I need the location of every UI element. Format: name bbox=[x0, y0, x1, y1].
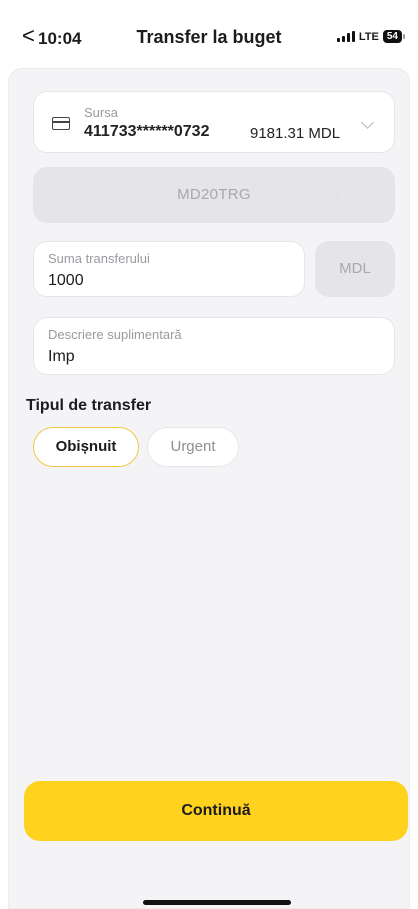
transfer-type-regular[interactable]: Obișnuit bbox=[33, 427, 139, 467]
transfer-type-urgent[interactable]: Urgent bbox=[147, 427, 239, 467]
amount-label: Suma transferului bbox=[48, 251, 150, 266]
battery-icon: 54 bbox=[382, 30, 406, 43]
source-account-number: 411733******0732 bbox=[84, 123, 210, 140]
status-bar: < 10:04 Transfer la buget LTE 54 bbox=[0, 0, 418, 60]
network-label: LTE bbox=[358, 30, 379, 43]
source-account-selector[interactable]: Sursa 411733******0732 9181.31 MDL bbox=[33, 91, 395, 153]
amount-value: 1000 bbox=[48, 272, 84, 289]
currency-field: MDL bbox=[315, 241, 395, 297]
home-indicator bbox=[143, 900, 291, 905]
amount-input[interactable]: Suma transferului 1000 bbox=[33, 241, 305, 297]
source-label: Sursa bbox=[84, 105, 118, 120]
description-label: Descriere suplimentară bbox=[48, 327, 182, 342]
transfer-type-title: Tipul de transfer bbox=[26, 397, 152, 414]
chevron-down-icon bbox=[361, 116, 374, 129]
card-icon bbox=[52, 117, 70, 130]
signal-icon bbox=[336, 31, 355, 42]
status-indicators: LTE 54 bbox=[336, 30, 406, 43]
source-balance: 9181.31 MDL bbox=[250, 125, 341, 142]
beneficiary-iban-field: · · MD20TRG · · bbox=[33, 167, 395, 223]
iban-mask-right: · · bbox=[335, 186, 377, 200]
description-value: Imp bbox=[48, 348, 75, 365]
description-input[interactable]: Descriere suplimentară Imp bbox=[33, 317, 395, 375]
continue-button[interactable]: Continuă bbox=[24, 781, 408, 841]
